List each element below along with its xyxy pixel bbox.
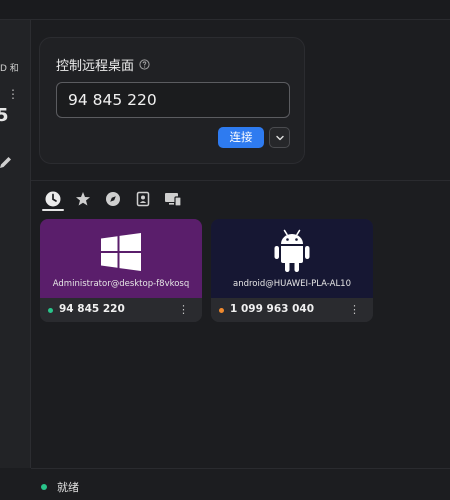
compass-icon [106, 192, 120, 206]
control-remote-desktop-card: 控制远程桌面 连接 [39, 37, 305, 164]
tab-recent[interactable] [42, 188, 64, 211]
section-divider [31, 180, 450, 181]
help-icon[interactable] [139, 59, 150, 70]
peer-username: android@HUAWEI-PLA-AL10 [233, 279, 351, 289]
peer-card-android[interactable]: android@HUAWEI-PLA-AL10 1 099 963 040 ⋮ [211, 219, 373, 322]
tab-favorites[interactable] [72, 188, 94, 210]
status-text: 就绪 [57, 481, 79, 494]
edit-pencil-icon[interactable] [0, 155, 12, 169]
title-bar [0, 0, 450, 20]
remote-id-input[interactable] [56, 82, 290, 118]
ready-status-dot [41, 484, 47, 490]
android-logo-icon [274, 229, 310, 272]
sidebar-more-icon[interactable]: ⋮ [7, 88, 19, 100]
peer-card-windows[interactable]: Administrator@desktop-f8vkosq 94 845 220… [40, 219, 202, 322]
peer-username: Administrator@desktop-f8vkosq [52, 279, 190, 289]
tab-address-book[interactable] [132, 188, 154, 210]
tab-devices[interactable] [162, 188, 184, 210]
peer-footer: 94 845 220 ⋮ [40, 298, 202, 322]
card-title: 控制远程桌面 [56, 59, 135, 74]
sidebar-partial-text: D 和 [0, 64, 19, 74]
windows-logo-icon [101, 233, 141, 271]
tab-discovered[interactable] [102, 188, 124, 210]
peer-id: 94 845 220 [59, 303, 125, 315]
contact-icon [136, 191, 150, 207]
clock-icon [45, 191, 61, 207]
sidebar-partial-password: 5 [0, 106, 9, 126]
connect-options-button[interactable] [269, 127, 290, 148]
card-title-row: 控制远程桌面 [56, 55, 150, 74]
online-status-dot [219, 308, 224, 313]
devices-icon [165, 193, 182, 207]
chevron-down-icon [275, 135, 284, 140]
status-bar: 就绪 [31, 468, 450, 500]
peer-more-icon[interactable]: ⋮ [178, 303, 189, 316]
peer-id: 1 099 963 040 [230, 303, 315, 315]
peer-more-icon[interactable]: ⋮ [349, 303, 360, 316]
peer-footer: 1 099 963 040 ⋮ [211, 298, 373, 322]
active-tab-indicator [42, 209, 64, 211]
online-status-dot [48, 308, 53, 313]
connect-button[interactable]: 连接 [218, 127, 264, 148]
star-icon [76, 192, 90, 206]
sidebar: D 和 ⋮ 5 [0, 20, 31, 468]
